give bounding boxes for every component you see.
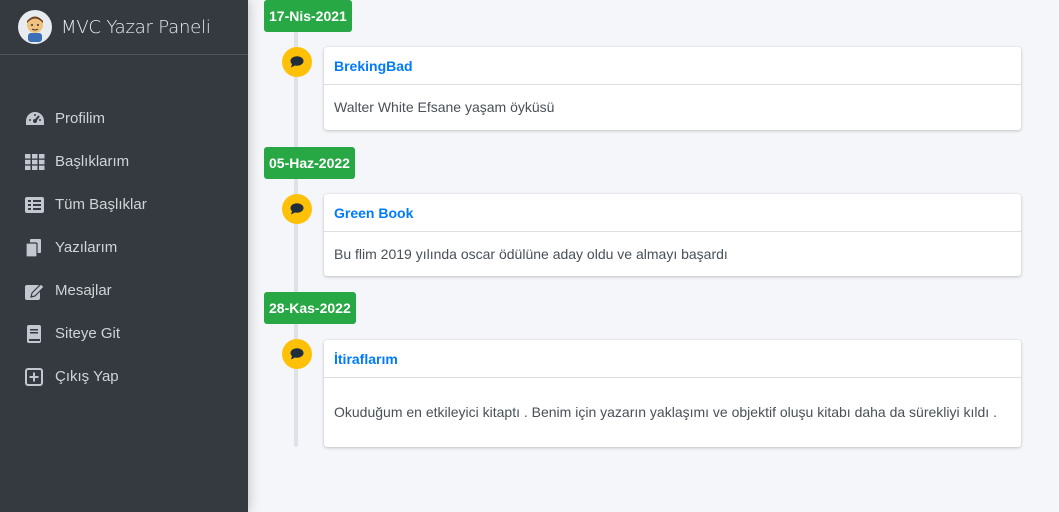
timeline-item-header: BrekingBad — [324, 47, 1021, 85]
timeline-date-label: 05-Haz-2022 — [264, 147, 355, 179]
sidebar: MVC Yazar Paneli Profilim Başlıklarım Tü… — [0, 0, 248, 512]
sidebar-item-label: Siteye Git — [55, 325, 121, 342]
timeline-date-label: 28-Kas-2022 — [264, 292, 356, 324]
brand-link[interactable]: MVC Yazar Paneli — [0, 0, 248, 55]
sidebar-item-profilim[interactable]: Profilim — [0, 97, 248, 140]
timeline-item-body: Walter White Efsane yaşam öyküsü — [334, 99, 555, 115]
sidebar-item-label: Tüm Başlıklar — [55, 196, 147, 213]
timeline-item-title-link[interactable]: BrekingBad — [334, 58, 413, 74]
timeline-item-header: İtiraflarım — [324, 340, 1021, 378]
timeline-item-title-link[interactable]: Green Book — [334, 205, 413, 221]
sidebar-item-mesajlar[interactable]: Mesajlar — [0, 269, 248, 312]
sidebar-item-tum-basliklar[interactable]: Tüm Başlıklar — [0, 183, 248, 226]
plus-square-icon — [25, 367, 47, 386]
tachometer-icon — [25, 110, 47, 128]
sidebar-item-label: Başlıklarım — [55, 153, 130, 170]
grid-icon — [25, 153, 47, 171]
comment-icon — [282, 47, 312, 77]
brand-title: MVC Yazar Paneli — [61, 16, 211, 38]
sidebar-item-label: Çıkış Yap — [55, 368, 119, 385]
book-icon — [25, 324, 47, 343]
edit-icon — [25, 282, 47, 300]
comment-icon — [282, 339, 312, 369]
timeline-item-title-link[interactable]: İtiraflarım — [334, 351, 398, 367]
sidebar-item-label: Mesajlar — [55, 282, 112, 299]
comment-icon — [282, 194, 312, 224]
list-icon — [25, 196, 47, 214]
sidebar-item-siteye-git[interactable]: Siteye Git — [0, 312, 248, 355]
sidebar-nav: Profilim Başlıklarım Tüm Başlıklar Yazıl… — [0, 97, 248, 398]
sidebar-item-label: Profilim — [55, 110, 106, 127]
copy-icon — [25, 238, 47, 257]
sidebar-item-yazilarim[interactable]: Yazılarım — [0, 226, 248, 269]
timeline-content: 17-Nis-2021 BrekingBad Walter White Efsa… — [248, 0, 1059, 512]
timeline-item-header: Green Book — [324, 194, 1021, 232]
sidebar-item-cikis-yap[interactable]: Çıkış Yap — [0, 355, 248, 398]
timeline-item: İtiraflarım Okuduğum en etkileyici kitap… — [324, 340, 1021, 447]
brand-logo-avatar-icon — [18, 10, 52, 44]
timeline-item-body: Okuduğum en etkileyici kitaptı . Benim i… — [334, 404, 997, 420]
timeline-item: Green Book Bu flim 2019 yılında oscar öd… — [324, 194, 1021, 276]
sidebar-item-basliklarim[interactable]: Başlıklarım — [0, 140, 248, 183]
timeline-item: BrekingBad Walter White Efsane yaşam öyk… — [324, 47, 1021, 130]
timeline-item-body: Bu flim 2019 yılında oscar ödülüne aday … — [334, 245, 728, 262]
sidebar-item-label: Yazılarım — [55, 239, 118, 256]
timeline-date-label: 17-Nis-2021 — [264, 0, 352, 32]
